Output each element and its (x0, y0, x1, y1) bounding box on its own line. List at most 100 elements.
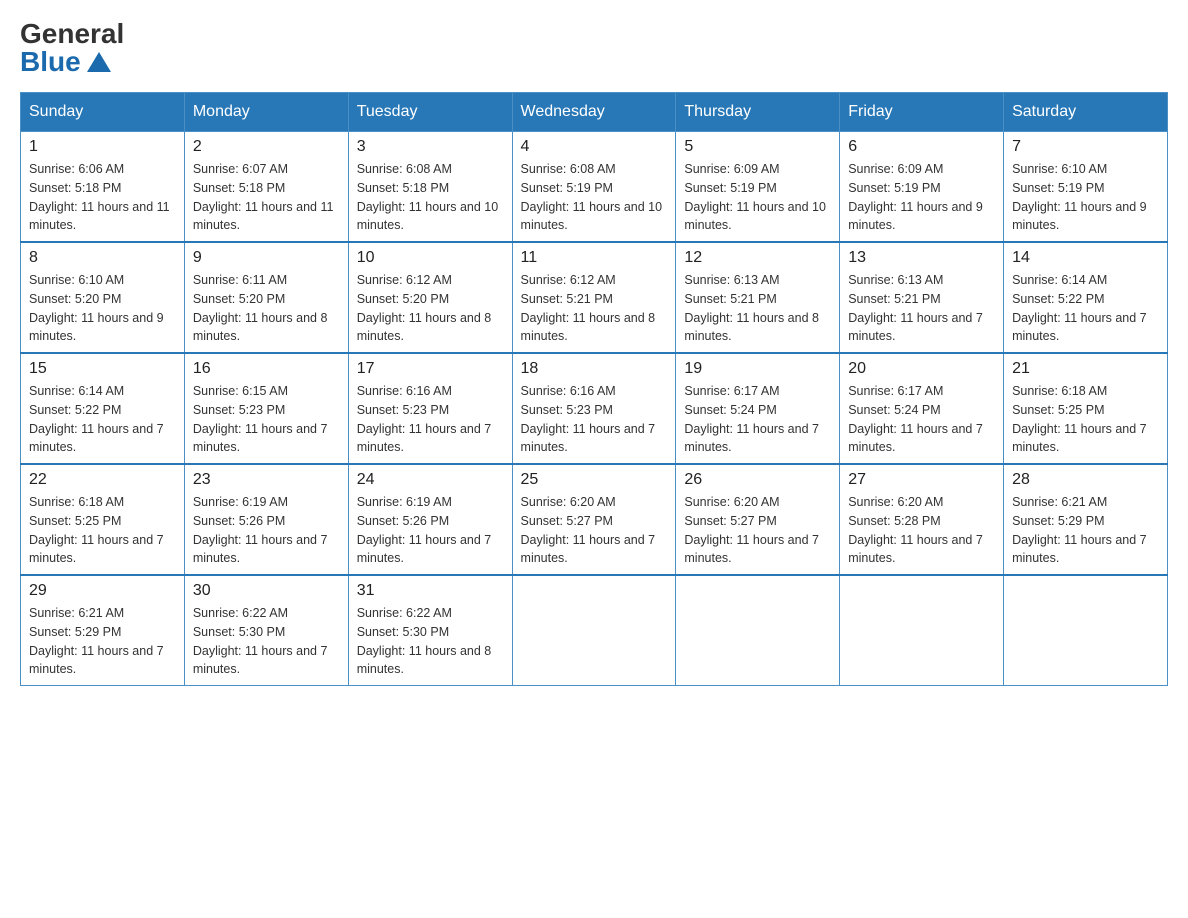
calendar-day-cell: 26 Sunrise: 6:20 AMSunset: 5:27 PMDaylig… (676, 464, 840, 575)
calendar-day-cell: 23 Sunrise: 6:19 AMSunset: 5:26 PMDaylig… (184, 464, 348, 575)
calendar-day-cell: 22 Sunrise: 6:18 AMSunset: 5:25 PMDaylig… (21, 464, 185, 575)
calendar-day-cell: 17 Sunrise: 6:16 AMSunset: 5:23 PMDaylig… (348, 353, 512, 464)
day-info: Sunrise: 6:17 AMSunset: 5:24 PMDaylight:… (684, 382, 831, 457)
logo-triangle-icon (87, 52, 111, 72)
day-info: Sunrise: 6:14 AMSunset: 5:22 PMDaylight:… (1012, 271, 1159, 346)
day-info: Sunrise: 6:17 AMSunset: 5:24 PMDaylight:… (848, 382, 995, 457)
day-number: 3 (357, 138, 504, 156)
day-info: Sunrise: 6:20 AMSunset: 5:27 PMDaylight:… (521, 493, 668, 568)
day-number: 6 (848, 138, 995, 156)
day-number: 11 (521, 249, 668, 267)
calendar-day-cell: 15 Sunrise: 6:14 AMSunset: 5:22 PMDaylig… (21, 353, 185, 464)
calendar-day-cell (676, 575, 840, 686)
calendar-day-cell: 10 Sunrise: 6:12 AMSunset: 5:20 PMDaylig… (348, 242, 512, 353)
day-info: Sunrise: 6:06 AMSunset: 5:18 PMDaylight:… (29, 160, 176, 235)
day-info: Sunrise: 6:12 AMSunset: 5:20 PMDaylight:… (357, 271, 504, 346)
day-info: Sunrise: 6:08 AMSunset: 5:19 PMDaylight:… (521, 160, 668, 235)
page-header: General Blue (20, 20, 1168, 76)
calendar-day-cell: 7 Sunrise: 6:10 AMSunset: 5:19 PMDayligh… (1004, 132, 1168, 243)
day-info: Sunrise: 6:16 AMSunset: 5:23 PMDaylight:… (357, 382, 504, 457)
day-number: 4 (521, 138, 668, 156)
calendar-day-cell: 5 Sunrise: 6:09 AMSunset: 5:19 PMDayligh… (676, 132, 840, 243)
calendar-day-cell (840, 575, 1004, 686)
calendar-day-cell: 13 Sunrise: 6:13 AMSunset: 5:21 PMDaylig… (840, 242, 1004, 353)
day-number: 5 (684, 138, 831, 156)
day-info: Sunrise: 6:21 AMSunset: 5:29 PMDaylight:… (1012, 493, 1159, 568)
logo-general-text: General (20, 20, 124, 48)
day-number: 24 (357, 471, 504, 489)
calendar-day-cell: 12 Sunrise: 6:13 AMSunset: 5:21 PMDaylig… (676, 242, 840, 353)
day-info: Sunrise: 6:19 AMSunset: 5:26 PMDaylight:… (357, 493, 504, 568)
day-info: Sunrise: 6:22 AMSunset: 5:30 PMDaylight:… (193, 604, 340, 679)
day-number: 14 (1012, 249, 1159, 267)
calendar-day-cell: 8 Sunrise: 6:10 AMSunset: 5:20 PMDayligh… (21, 242, 185, 353)
day-number: 7 (1012, 138, 1159, 156)
day-number: 18 (521, 360, 668, 378)
day-number: 9 (193, 249, 340, 267)
day-number: 29 (29, 582, 176, 600)
calendar-day-cell: 11 Sunrise: 6:12 AMSunset: 5:21 PMDaylig… (512, 242, 676, 353)
day-info: Sunrise: 6:10 AMSunset: 5:20 PMDaylight:… (29, 271, 176, 346)
day-number: 28 (1012, 471, 1159, 489)
weekday-header-friday: Friday (840, 93, 1004, 132)
day-info: Sunrise: 6:13 AMSunset: 5:21 PMDaylight:… (848, 271, 995, 346)
calendar-week-row: 15 Sunrise: 6:14 AMSunset: 5:22 PMDaylig… (21, 353, 1168, 464)
day-number: 23 (193, 471, 340, 489)
calendar-day-cell: 16 Sunrise: 6:15 AMSunset: 5:23 PMDaylig… (184, 353, 348, 464)
weekday-header-sunday: Sunday (21, 93, 185, 132)
logo: General Blue (20, 20, 124, 76)
day-number: 20 (848, 360, 995, 378)
day-number: 13 (848, 249, 995, 267)
calendar-day-cell: 14 Sunrise: 6:14 AMSunset: 5:22 PMDaylig… (1004, 242, 1168, 353)
day-number: 31 (357, 582, 504, 600)
calendar-day-cell: 6 Sunrise: 6:09 AMSunset: 5:19 PMDayligh… (840, 132, 1004, 243)
day-info: Sunrise: 6:20 AMSunset: 5:28 PMDaylight:… (848, 493, 995, 568)
calendar-day-cell: 28 Sunrise: 6:21 AMSunset: 5:29 PMDaylig… (1004, 464, 1168, 575)
day-number: 30 (193, 582, 340, 600)
calendar-header: SundayMondayTuesdayWednesdayThursdayFrid… (21, 93, 1168, 132)
calendar-week-row: 8 Sunrise: 6:10 AMSunset: 5:20 PMDayligh… (21, 242, 1168, 353)
logo-blue-text: Blue (20, 48, 111, 76)
day-number: 8 (29, 249, 176, 267)
day-info: Sunrise: 6:20 AMSunset: 5:27 PMDaylight:… (684, 493, 831, 568)
calendar-day-cell: 19 Sunrise: 6:17 AMSunset: 5:24 PMDaylig… (676, 353, 840, 464)
day-info: Sunrise: 6:18 AMSunset: 5:25 PMDaylight:… (1012, 382, 1159, 457)
calendar-day-cell: 24 Sunrise: 6:19 AMSunset: 5:26 PMDaylig… (348, 464, 512, 575)
calendar-day-cell: 1 Sunrise: 6:06 AMSunset: 5:18 PMDayligh… (21, 132, 185, 243)
calendar-day-cell: 31 Sunrise: 6:22 AMSunset: 5:30 PMDaylig… (348, 575, 512, 686)
weekday-header-row: SundayMondayTuesdayWednesdayThursdayFrid… (21, 93, 1168, 132)
day-info: Sunrise: 6:14 AMSunset: 5:22 PMDaylight:… (29, 382, 176, 457)
calendar-day-cell (512, 575, 676, 686)
day-info: Sunrise: 6:07 AMSunset: 5:18 PMDaylight:… (193, 160, 340, 235)
day-number: 22 (29, 471, 176, 489)
calendar-day-cell: 20 Sunrise: 6:17 AMSunset: 5:24 PMDaylig… (840, 353, 1004, 464)
day-info: Sunrise: 6:10 AMSunset: 5:19 PMDaylight:… (1012, 160, 1159, 235)
calendar-day-cell: 3 Sunrise: 6:08 AMSunset: 5:18 PMDayligh… (348, 132, 512, 243)
day-info: Sunrise: 6:19 AMSunset: 5:26 PMDaylight:… (193, 493, 340, 568)
day-number: 16 (193, 360, 340, 378)
day-number: 27 (848, 471, 995, 489)
day-number: 12 (684, 249, 831, 267)
calendar-day-cell: 18 Sunrise: 6:16 AMSunset: 5:23 PMDaylig… (512, 353, 676, 464)
weekday-header-monday: Monday (184, 93, 348, 132)
day-info: Sunrise: 6:08 AMSunset: 5:18 PMDaylight:… (357, 160, 504, 235)
day-number: 1 (29, 138, 176, 156)
calendar-day-cell: 4 Sunrise: 6:08 AMSunset: 5:19 PMDayligh… (512, 132, 676, 243)
day-info: Sunrise: 6:15 AMSunset: 5:23 PMDaylight:… (193, 382, 340, 457)
day-number: 25 (521, 471, 668, 489)
day-number: 19 (684, 360, 831, 378)
weekday-header-saturday: Saturday (1004, 93, 1168, 132)
calendar-day-cell (1004, 575, 1168, 686)
day-number: 26 (684, 471, 831, 489)
calendar-day-cell: 27 Sunrise: 6:20 AMSunset: 5:28 PMDaylig… (840, 464, 1004, 575)
day-info: Sunrise: 6:11 AMSunset: 5:20 PMDaylight:… (193, 271, 340, 346)
day-info: Sunrise: 6:09 AMSunset: 5:19 PMDaylight:… (684, 160, 831, 235)
calendar-table: SundayMondayTuesdayWednesdayThursdayFrid… (20, 92, 1168, 686)
calendar-day-cell: 2 Sunrise: 6:07 AMSunset: 5:18 PMDayligh… (184, 132, 348, 243)
day-number: 17 (357, 360, 504, 378)
calendar-day-cell: 21 Sunrise: 6:18 AMSunset: 5:25 PMDaylig… (1004, 353, 1168, 464)
calendar-day-cell: 25 Sunrise: 6:20 AMSunset: 5:27 PMDaylig… (512, 464, 676, 575)
calendar-week-row: 29 Sunrise: 6:21 AMSunset: 5:29 PMDaylig… (21, 575, 1168, 686)
calendar-body: 1 Sunrise: 6:06 AMSunset: 5:18 PMDayligh… (21, 132, 1168, 686)
day-info: Sunrise: 6:22 AMSunset: 5:30 PMDaylight:… (357, 604, 504, 679)
